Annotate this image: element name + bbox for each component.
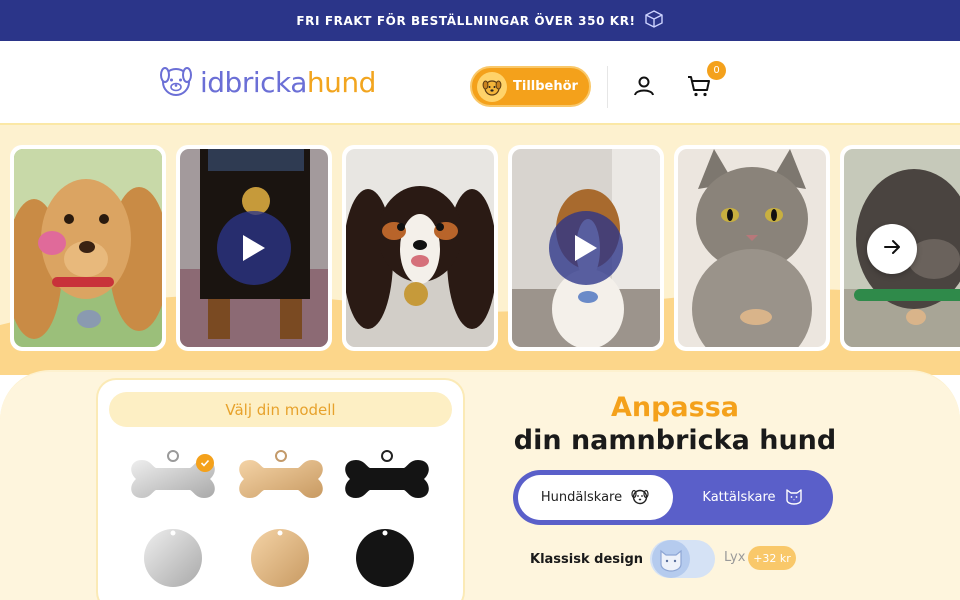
dog-icon <box>630 486 650 510</box>
cocker-spaniel-photo <box>14 149 162 347</box>
lux-price-badge: +32 kr <box>748 546 796 570</box>
lux-design-label: Lyx <box>724 550 746 565</box>
logo-text: idbrickahund <box>200 69 376 97</box>
dog-lover-option[interactable]: Hundälskare <box>518 475 673 520</box>
round-black-option[interactable] <box>355 528 415 592</box>
round-silver-option[interactable] <box>143 528 203 592</box>
cat-face-icon <box>652 540 690 578</box>
cat-lover-label: Kattälskare <box>702 490 776 505</box>
gallery-card[interactable] <box>508 145 664 351</box>
model-selector-panel: Välj din modell <box>98 380 463 600</box>
bone-black-option[interactable] <box>342 450 432 512</box>
play-button[interactable] <box>217 211 291 285</box>
bone-gold-option[interactable] <box>236 450 326 512</box>
cavalier-photo <box>346 149 494 347</box>
gallery-next-button[interactable] <box>867 224 917 274</box>
design-switch-row: Klassisk design Lyx +32 kr <box>530 538 796 580</box>
cart-count-badge: 0 <box>707 61 726 80</box>
classic-design-label: Klassisk design <box>530 551 644 567</box>
pet-type-toggle: Hundälskare Kattälskare <box>513 470 833 525</box>
promo-text: FRI FRAKT FÖR BESTÄLLNINGAR ÖVER 350 KR! <box>296 13 636 28</box>
design-toggle-switch[interactable] <box>650 540 715 578</box>
dachshund-video <box>180 149 328 347</box>
arrow-right-icon <box>882 237 902 261</box>
round-gold-option[interactable] <box>250 528 310 592</box>
logo-part-2: hund <box>306 66 377 99</box>
promo-bar: FRI FRAKT FÖR BESTÄLLNINGAR ÖVER 350 KR! <box>0 0 960 41</box>
logo-part-1: idbricka <box>200 66 307 99</box>
gallery-card[interactable] <box>342 145 498 351</box>
cat-photo <box>678 149 826 347</box>
cat-icon <box>784 486 804 510</box>
customize-heading-accent: Anpassa <box>610 392 740 423</box>
cat-lover-option[interactable]: Kattälskare <box>678 475 828 520</box>
gallery-card[interactable] <box>10 145 166 351</box>
dog-logo-icon <box>158 63 194 103</box>
selected-check-icon <box>196 454 214 472</box>
accessories-label: Tillbehör <box>513 79 578 94</box>
account-icon[interactable] <box>631 73 657 99</box>
customize-heading-main: din namnbricka hund <box>513 425 837 456</box>
box-icon <box>644 9 664 32</box>
header-divider <box>607 66 608 108</box>
site-logo[interactable]: idbrickahund <box>158 63 376 103</box>
dog-lover-label: Hundälskare <box>540 490 623 505</box>
gallery-card[interactable] <box>176 145 332 351</box>
play-button[interactable] <box>549 211 623 285</box>
dog-face-icon <box>477 71 507 102</box>
site-header: idbrickahund Tillbehör 0 <box>0 41 960 125</box>
gallery-card[interactable] <box>674 145 830 351</box>
cart-icon[interactable] <box>686 73 712 99</box>
accessories-button[interactable]: Tillbehör <box>470 66 591 107</box>
model-panel-title: Välj din modell <box>109 392 452 427</box>
beagle-video <box>512 149 660 347</box>
